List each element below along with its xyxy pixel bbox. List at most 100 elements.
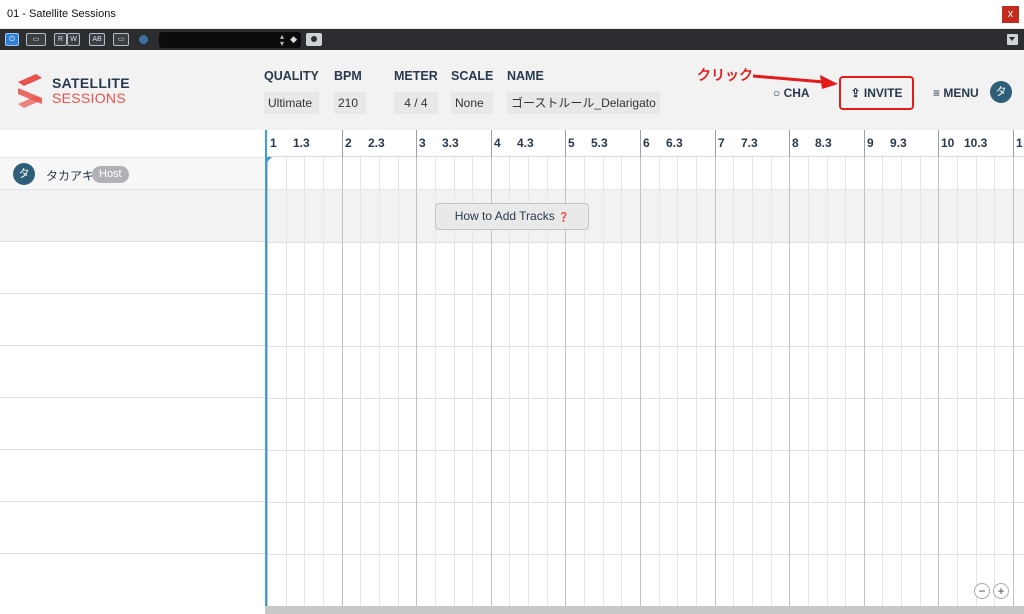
diamond-icon[interactable]: ◆: [290, 34, 297, 45]
user-avatar[interactable]: タ: [990, 81, 1012, 103]
ruler-tick-label: 7: [718, 136, 725, 150]
ruler-tick-label: 9: [867, 136, 874, 150]
host-toolbar: ⏻ ▭ R W AB ▭ ▴ ▾ ◆: [0, 29, 1024, 50]
zoom-in-button[interactable]: +: [993, 583, 1009, 599]
beat-gridline: [323, 157, 324, 606]
plugin-icon[interactable]: ▭: [26, 33, 46, 46]
bar-gridline: [342, 157, 343, 606]
how-to-add-tracks-button[interactable]: How to Add Tracks ❓: [435, 203, 589, 230]
track-header-row[interactable]: タ タカアキ Host: [0, 157, 265, 190]
track-lane-row[interactable]: [0, 502, 265, 554]
satellite-logo-icon: [18, 74, 42, 108]
ruler-bar-line: [640, 130, 641, 157]
track-avatar: タ: [13, 163, 35, 185]
beat-gridline: [733, 157, 734, 606]
meter-field[interactable]: METER 4 / 4: [394, 69, 438, 114]
beat-gridline: [882, 157, 883, 606]
invite-button[interactable]: ⇪ INVITE: [839, 76, 914, 110]
ruler-bar-line: [789, 130, 790, 157]
ruler-tick-label: 6: [643, 136, 650, 150]
session-name-input[interactable]: ゴーストルール_Delarigato: [507, 92, 660, 114]
quality-label: QUALITY: [264, 69, 319, 83]
scale-label: SCALE: [451, 69, 494, 83]
logo-line2: SESSIONS: [52, 90, 126, 106]
bar-gridline: [1013, 157, 1014, 606]
ruler-bar-line: [342, 130, 343, 157]
playhead-marker-icon[interactable]: [267, 157, 272, 164]
click-annotation: クリック: [697, 67, 753, 83]
timeline-area[interactable]: 1 1.3 2 2.3 3 3.3 4 4.3 5 5.3 6 6.3 7 7.3 8 8.3 9 9.3 10 10…: [265, 130, 1024, 606]
track-lane-row[interactable]: [0, 190, 265, 242]
bpm-input[interactable]: 210: [334, 92, 366, 114]
beat-gridline: [659, 157, 660, 606]
ruler-bar-line: [491, 130, 492, 157]
ruler-tick-label: 4.3: [517, 136, 534, 150]
track-lane-row[interactable]: [0, 346, 265, 398]
ruler-tick-label: 8.3: [815, 136, 832, 150]
camera-icon[interactable]: [306, 33, 322, 46]
scale-select[interactable]: None: [451, 92, 494, 114]
ruler-tick-label: 4: [494, 136, 501, 150]
quality-select[interactable]: Ultimate: [264, 92, 319, 114]
beat-gridline: [957, 157, 958, 606]
ruler-tick-label: 5.3: [591, 136, 608, 150]
track-lane-row[interactable]: [0, 398, 265, 450]
beat-gridline: [677, 157, 678, 606]
close-button[interactable]: x: [1002, 6, 1019, 23]
bar-gridline: [938, 157, 939, 606]
read-button[interactable]: R: [54, 33, 67, 46]
menu-button[interactable]: ≡ MENU: [933, 86, 979, 100]
bar-gridline: [864, 157, 865, 606]
meter-select[interactable]: 4 / 4: [394, 92, 438, 114]
name-field[interactable]: NAME ゴーストルール_Delarigato: [507, 69, 660, 114]
track-lane-row[interactable]: [0, 294, 265, 346]
track-lane-row[interactable]: [0, 450, 265, 502]
track-lane-row[interactable]: [0, 242, 265, 294]
write-button[interactable]: W: [67, 33, 80, 46]
horizontal-scrollbar[interactable]: [265, 606, 1024, 614]
ruler-bar-line: [1013, 130, 1014, 157]
beat-gridline: [901, 157, 902, 606]
ruler-tick-label: 8: [792, 136, 799, 150]
spin-arrows-icon[interactable]: ▴ ▾: [280, 33, 284, 48]
scale-field[interactable]: SCALE None: [451, 69, 494, 114]
ruler-tick-label: 2.3: [368, 136, 385, 150]
copy-icon[interactable]: ▭: [113, 33, 129, 46]
beat-gridline: [771, 157, 772, 606]
ruler-tick-label: 10.3: [964, 136, 988, 150]
invite-label: INVITE: [863, 86, 903, 100]
beat-gridline: [994, 157, 995, 606]
beat-gridline: [827, 157, 828, 606]
ruler-tick-label: 7.3: [741, 136, 758, 150]
power-icon[interactable]: ⏻: [5, 33, 19, 46]
bar-gridline: [267, 157, 268, 606]
ruler-tick-label: 3: [419, 136, 426, 150]
window-titlebar: 01 - Satellite Sessions x: [0, 0, 1024, 29]
zoom-out-button[interactable]: −: [974, 583, 990, 599]
logo-line1: SATELLITE: [52, 75, 130, 91]
ruler-tick-label: 1: [1016, 136, 1023, 150]
bpm-label: BPM: [334, 69, 362, 83]
window-title: 01 - Satellite Sessions: [7, 8, 116, 20]
ab-compare-button[interactable]: AB: [89, 33, 105, 46]
timeline-ruler[interactable]: 1 1.3 2 2.3 3 3.3 4 4.3 5 5.3 6 6.3 7 7.3 8 8.3 9 9.3 10 10…: [267, 130, 1024, 157]
track-owner-name: タカアキ: [46, 169, 95, 183]
beat-gridline: [621, 157, 622, 606]
quality-field[interactable]: QUALITY Ultimate: [264, 69, 319, 114]
timeline-grid[interactable]: [267, 157, 1024, 606]
bpm-field[interactable]: BPM 210: [334, 69, 366, 114]
name-label: NAME: [507, 69, 544, 83]
beat-gridline: [976, 157, 977, 606]
track-list: タ タカアキ Host: [0, 130, 265, 614]
ruler-tick-label: 2: [345, 136, 352, 150]
ruler-bar-line: [416, 130, 417, 157]
bar-gridline: [715, 157, 716, 606]
ruler-tick-label: 3.3: [442, 136, 459, 150]
dropdown-arrow-icon[interactable]: [1007, 34, 1018, 45]
preset-field[interactable]: ▴ ▾ ◆: [159, 32, 301, 48]
how-to-label: How to Add Tracks: [454, 209, 555, 223]
bar-gridline: [789, 157, 790, 606]
ruler-tick-label: 1.3: [293, 136, 310, 150]
beat-gridline: [696, 157, 697, 606]
ruler-tick-label: 6.3: [666, 136, 683, 150]
